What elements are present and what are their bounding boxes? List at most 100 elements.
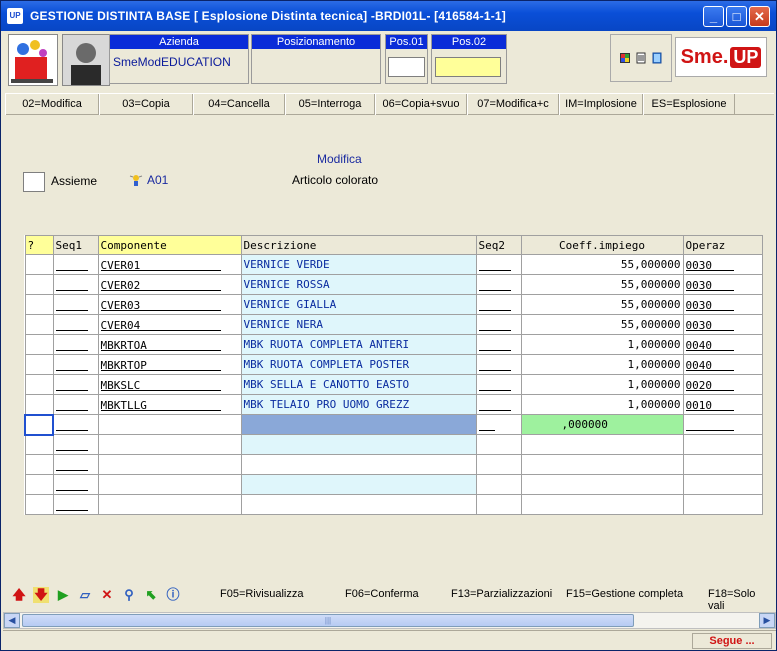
assieme-checkbox[interactable]: [23, 172, 45, 192]
seq2-cell[interactable]: [475, 474, 522, 495]
operaz-cell[interactable]: [682, 474, 763, 495]
coeff-cell[interactable]: ,000000: [520, 414, 684, 435]
pos02-input[interactable]: [435, 57, 501, 77]
componente-cell[interactable]: MBKSLC: [97, 374, 242, 395]
seq1-cell[interactable]: [52, 454, 99, 475]
seq1-cell[interactable]: [52, 334, 99, 355]
col-header-descrizione[interactable]: Descrizione: [240, 235, 477, 255]
coeff-cell[interactable]: 1,000000: [520, 394, 684, 415]
fk-modifica-c-button[interactable]: 07=Modifica+c: [467, 94, 559, 115]
seq1-cell[interactable]: [52, 254, 99, 275]
seq2-cell[interactable]: [475, 274, 522, 295]
row-select-cell[interactable]: [24, 254, 54, 275]
row-select-cell[interactable]: [24, 274, 54, 295]
componente-cell[interactable]: [97, 414, 242, 435]
coeff-cell[interactable]: [520, 474, 684, 495]
operaz-cell[interactable]: [682, 414, 763, 435]
maximize-button[interactable]: □: [726, 6, 747, 27]
scroll-right-icon[interactable]: ▶: [759, 613, 775, 628]
row-select-cell[interactable]: [24, 354, 54, 375]
coeff-cell[interactable]: 55,000000: [520, 274, 684, 295]
f18-only-valid-button[interactable]: F18=Solo vali: [708, 588, 774, 612]
scroll-left-icon[interactable]: ◀: [4, 613, 20, 628]
operaz-cell[interactable]: 0030: [682, 294, 763, 315]
col-header-operaz[interactable]: Operaz: [682, 235, 763, 255]
table-row[interactable]: [24, 494, 763, 515]
app-icon[interactable]: UP: [7, 8, 23, 24]
f06-confirm-button[interactable]: F06=Conferma: [345, 588, 419, 600]
seq2-cell[interactable]: [475, 494, 522, 515]
componente-cell[interactable]: [97, 494, 242, 515]
seq1-cell[interactable]: [52, 374, 99, 395]
componente-cell[interactable]: CVER03: [97, 294, 242, 315]
seq1-cell[interactable]: [52, 434, 99, 455]
table-row[interactable]: CVER01 VERNICE VERDE 55,000000 0030: [24, 254, 763, 275]
fk-copia-svuota-button[interactable]: 06=Copia+svuo: [375, 94, 467, 115]
row-select-cell[interactable]: [24, 474, 54, 495]
document-icon[interactable]: [635, 52, 647, 64]
table-row[interactable]: [24, 454, 763, 475]
operaz-cell[interactable]: 0040: [682, 354, 763, 375]
seq1-cell[interactable]: [52, 494, 99, 515]
table-row[interactable]: MBKRTOA MBK RUOTA COMPLETA ANTERI 1,000000…: [24, 334, 763, 355]
operaz-cell[interactable]: 0030: [682, 254, 763, 275]
operaz-cell[interactable]: 0040: [682, 334, 763, 355]
col-header-seq1[interactable]: Seq1: [52, 235, 99, 255]
eraser-icon[interactable]: ▱: [77, 587, 93, 603]
play-icon[interactable]: ▶: [55, 587, 71, 603]
table-row[interactable]: CVER02 VERNICE ROSSA 55,000000 0030: [24, 274, 763, 295]
componente-cell[interactable]: [97, 474, 242, 495]
color-palette-icon[interactable]: [619, 52, 631, 64]
operaz-cell[interactable]: [682, 454, 763, 475]
componente-cell[interactable]: CVER04: [97, 314, 242, 335]
fk-copia-button[interactable]: 03=Copia: [99, 94, 193, 115]
seq2-cell[interactable]: [475, 394, 522, 415]
coeff-cell[interactable]: 55,000000: [520, 254, 684, 275]
componente-cell[interactable]: [97, 434, 242, 455]
seq2-cell[interactable]: [475, 374, 522, 395]
row-select-cell[interactable]: [24, 394, 54, 415]
operaz-cell[interactable]: [682, 494, 763, 515]
f15-full-management-button[interactable]: F15=Gestione completa: [566, 588, 683, 600]
componente-cell[interactable]: MBKRTOP: [97, 354, 242, 375]
col-header-seq2[interactable]: Seq2: [475, 235, 522, 255]
horizontal-scrollbar[interactable]: ◀ ||| ▶: [3, 612, 776, 629]
table-row[interactable]: MBKTLLG MBK TELAIO PRO UOMO GREZZ 1,000000…: [24, 394, 763, 415]
seq1-cell[interactable]: [52, 474, 99, 495]
table-row[interactable]: [24, 434, 763, 455]
seq2-cell[interactable]: [475, 314, 522, 335]
coeff-cell[interactable]: [520, 494, 684, 515]
operaz-cell[interactable]: 0010: [682, 394, 763, 415]
componente-cell[interactable]: MBKTLLG: [97, 394, 242, 415]
pos01-input[interactable]: [388, 57, 425, 77]
seq2-cell[interactable]: [475, 294, 522, 315]
row-select-cell[interactable]: [24, 374, 54, 395]
col-header-coeff[interactable]: Coeff.impiego: [520, 235, 684, 255]
row-select-cell[interactable]: [24, 454, 54, 475]
table-row[interactable]: MBKSLC MBK SELLA E CANOTTO EASTO 1,000000 0…: [24, 374, 763, 395]
fk-esplosione-button[interactable]: ES=Esplosione: [643, 94, 735, 115]
article-code[interactable]: A01: [129, 173, 168, 187]
seq1-cell[interactable]: [52, 274, 99, 295]
delete-icon[interactable]: ✕: [99, 587, 115, 603]
table-row[interactable]: MBKRTOP MBK RUOTA COMPLETA POSTER 1,000000…: [24, 354, 763, 375]
return-arrow-icon[interactable]: ⬉: [143, 587, 159, 603]
arrow-up-icon[interactable]: 🡅: [11, 587, 27, 603]
table-row[interactable]: [24, 474, 763, 495]
coeff-cell[interactable]: [520, 454, 684, 475]
operaz-cell[interactable]: 0020: [682, 374, 763, 395]
row-select-cell[interactable]: [24, 294, 54, 315]
help-book-icon[interactable]: [651, 52, 663, 64]
row-select-cell[interactable]: [24, 434, 54, 455]
coeff-cell[interactable]: 1,000000: [520, 374, 684, 395]
operaz-cell[interactable]: 0030: [682, 314, 763, 335]
fk-interroga-button[interactable]: 05=Interroga: [285, 94, 375, 115]
fk-cancella-button[interactable]: 04=Cancella: [193, 94, 285, 115]
f05-refresh-button[interactable]: F05=Rivisualizza: [220, 588, 303, 600]
fk-implosione-button[interactable]: IM=Implosione: [559, 94, 643, 115]
row-select-cell[interactable]: [24, 494, 54, 515]
coeff-cell[interactable]: [520, 434, 684, 455]
scroll-thumb[interactable]: |||: [22, 614, 634, 627]
seq1-cell[interactable]: [52, 294, 99, 315]
coeff-cell[interactable]: 55,000000: [520, 314, 684, 335]
